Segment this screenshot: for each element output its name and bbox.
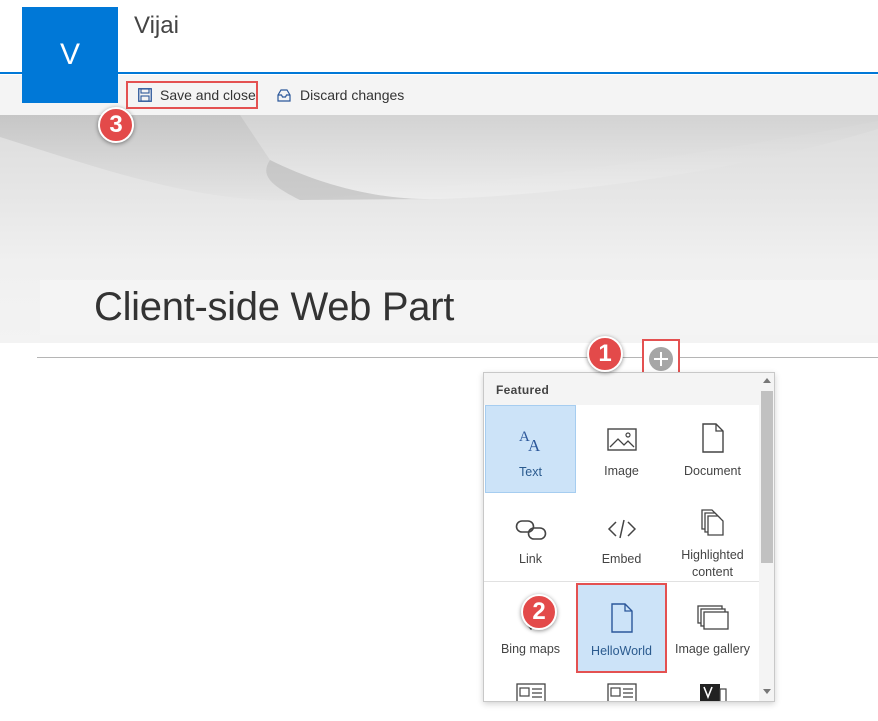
save-icon [138,88,152,102]
command-bar: Save and close Discard changes [0,75,878,115]
image-icon [606,413,637,453]
toolbox-tile-label: Image [604,464,639,478]
save-and-close-button[interactable]: Save and close [126,81,258,109]
toolbox-tile-label: Highlighted content [681,548,744,579]
toolbox-tile-link[interactable]: Link [485,493,576,581]
document-icon [610,593,634,633]
text-icon: A A [517,414,545,454]
toolbox-tile-label: HelloWorld [591,644,652,658]
header-divider [0,72,878,74]
page-banner: Client-side Web Part [0,115,878,343]
toolbox-tile-label: Link [519,552,542,566]
toolbox-tile-news-alt[interactable] [576,675,667,701]
scrollbar-thumb[interactable] [761,391,773,563]
site-title[interactable]: Vijai [134,12,179,40]
toolbox-tile-image-gallery[interactable]: Image gallery [667,583,758,673]
section-divider [37,357,878,358]
toolbox-section-header: Featured [484,373,759,405]
document-icon [701,413,725,453]
scroll-up-arrow-icon[interactable] [763,378,771,383]
toolbox-tile-label: Text [519,465,542,479]
toolbox-tile-text[interactable]: A A Text [485,405,576,493]
add-icon [649,346,673,371]
save-and-close-label: Save and close [160,87,256,103]
toolbox-divider [484,581,759,582]
svg-text:A: A [528,436,541,454]
video-icon [699,684,727,701]
toolbox-tile-label: Image gallery [674,642,751,656]
title-region: Client-side Web Part [40,280,878,335]
toolbox-tile-image[interactable]: Image [576,405,667,493]
image-gallery-icon [696,591,729,631]
toolbox-tile-document[interactable]: Document [667,405,758,493]
discard-icon [277,89,291,102]
toolbox-tile-label: Embed [601,552,642,566]
news-icon [515,683,546,701]
toolbox-scrollbar[interactable] [759,373,774,701]
toolbox-tile-embed[interactable]: Embed [576,493,667,581]
web-part-toolbox: Featured A A Text Image Document Link Em… [483,372,775,702]
discard-changes-button[interactable]: Discard changes [276,81,404,109]
step-badge-1: 1 [587,336,623,372]
link-icon [515,501,547,541]
scroll-down-arrow-icon[interactable] [763,689,771,694]
news-icon [606,683,637,701]
step-badge-2: 2 [521,594,557,630]
discard-changes-label: Discard changes [300,87,405,103]
toolbox-tile-news[interactable] [485,675,576,701]
step-badge-3: 3 [98,107,134,143]
toolbox-tile-video[interactable] [667,675,758,701]
toolbox-tile-highlighted-content[interactable]: Highlighted content [667,493,758,581]
embed-icon [607,501,637,541]
page-title[interactable]: Client-side Web Part [94,285,454,330]
toolbox-tile-label: Document [684,464,741,478]
site-logo[interactable]: V [22,7,118,103]
toolbox-tile-label: Bing maps [500,642,561,656]
highlighted-content-icon [700,501,726,537]
toolbox-tile-helloworld[interactable]: HelloWorld [576,583,667,673]
